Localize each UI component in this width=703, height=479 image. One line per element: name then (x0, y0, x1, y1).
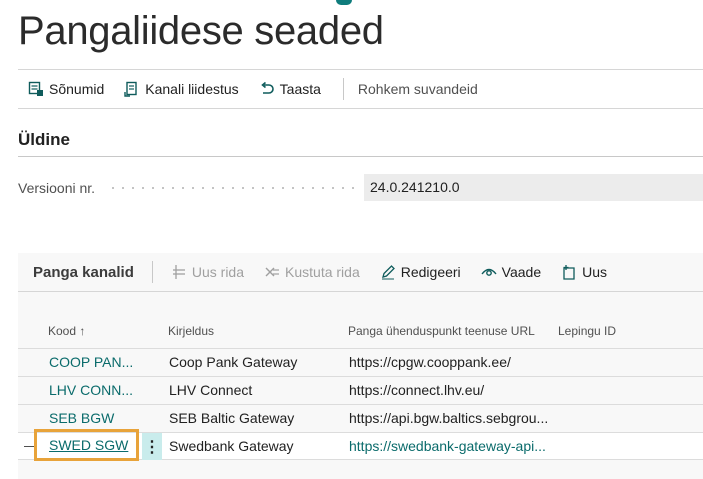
delete-line-icon (264, 264, 280, 280)
cell-description: LHV Connect (169, 382, 253, 398)
column-header-url[interactable]: Panga ühenduspunkt teenuse URL (348, 324, 535, 338)
messages-label: Sõnumid (49, 81, 105, 97)
delete-line-label: Kustuta rida (285, 264, 360, 280)
general-section-title[interactable]: Üldine (18, 130, 70, 150)
edit-label: Redigeeri (400, 264, 461, 280)
cell-url: https://connect.lhv.eu/ (349, 382, 485, 398)
new-button[interactable]: Uus (561, 264, 607, 280)
version-label: Versiooni nr. (18, 180, 96, 196)
version-field[interactable]: 24.0.241210.0 (364, 174, 703, 201)
new-icon (561, 264, 577, 280)
cell-description: Coop Pank Gateway (169, 354, 298, 370)
bank-channels-part: Panga kanalid Uus rida Kustuta rida Redi… (18, 253, 703, 479)
field-leader-dots (108, 187, 358, 189)
column-header-code[interactable]: Kood ↑ (48, 324, 85, 338)
cell-code[interactable]: LHV CONN... (49, 382, 133, 398)
cell-description: Swedbank Gateway (169, 438, 294, 454)
title-accent-bar (336, 0, 352, 5)
new-line-label: Uus rida (191, 264, 245, 280)
table-row[interactable]: LHV CONN... LHV Connect https://connect.… (18, 376, 703, 404)
more-vertical-icon: ⋮ (144, 438, 160, 456)
cell-url[interactable]: https://swedbank-gateway-api... (349, 438, 546, 454)
edit-icon (380, 264, 396, 280)
row-selection-marker (24, 446, 34, 447)
channel-connection-button[interactable]: Kanali liidestus (124, 81, 239, 97)
cell-code[interactable]: SEB BGW (49, 410, 114, 426)
view-icon (481, 264, 497, 280)
new-line-icon (171, 264, 187, 280)
page-title: Pangaliidese seaded (18, 9, 384, 53)
action-separator (342, 78, 344, 100)
restore-button[interactable]: Taasta (259, 81, 321, 97)
view-button[interactable]: Vaade (481, 264, 541, 280)
messages-icon (28, 81, 44, 97)
delete-line-button[interactable]: Kustuta rida (264, 264, 360, 280)
action-bar: Sõnumid Kanali liidestus Taasta Rohkem s… (18, 69, 703, 109)
table-row-selected[interactable]: SWED SGW ⋮ Swedbank Gateway https://swed… (18, 429, 703, 461)
section-divider (18, 156, 703, 157)
cell-url: https://api.bgw.baltics.sebgrou... (349, 410, 549, 426)
view-label: Vaade (501, 264, 542, 280)
cell-code[interactable]: SWED SGW (49, 437, 128, 453)
focused-cell[interactable]: SWED SGW (34, 429, 139, 461)
cell-description: SEB Baltic Gateway (169, 410, 295, 426)
column-header-contract-id[interactable]: Lepingu ID (558, 324, 616, 338)
grid-header: Kood ↑ Kirjeldus Panga ühenduspunkt teen… (18, 324, 703, 348)
edit-button[interactable]: Redigeeri (380, 264, 461, 280)
bank-channels-title[interactable]: Panga kanalid (33, 264, 134, 281)
new-label: Uus (582, 264, 608, 280)
cell-url: https://cpgw.cooppank.ee/ (349, 354, 511, 370)
table-row[interactable]: COOP PAN... Coop Pank Gateway https://cp… (18, 348, 703, 376)
new-line-button[interactable]: Uus rida (171, 264, 244, 280)
channel-connection-icon (124, 81, 140, 97)
more-options-button[interactable]: Rohkem suvandeid (358, 81, 478, 97)
restore-label: Taasta (279, 81, 321, 97)
row-actions-menu-button[interactable]: ⋮ (142, 433, 162, 460)
bank-channels-toolbar: Panga kanalid Uus rida Kustuta rida Redi… (18, 253, 703, 292)
messages-button[interactable]: Sõnumid (28, 81, 104, 97)
table-row[interactable]: SEB BGW SEB Baltic Gateway https://api.b… (18, 404, 703, 432)
cell-code[interactable]: COOP PAN... (49, 354, 133, 370)
restore-icon (259, 81, 275, 97)
column-header-description[interactable]: Kirjeldus (168, 324, 214, 338)
channel-connection-label: Kanali liidestus (145, 81, 239, 97)
toolbar-separator (151, 261, 153, 283)
